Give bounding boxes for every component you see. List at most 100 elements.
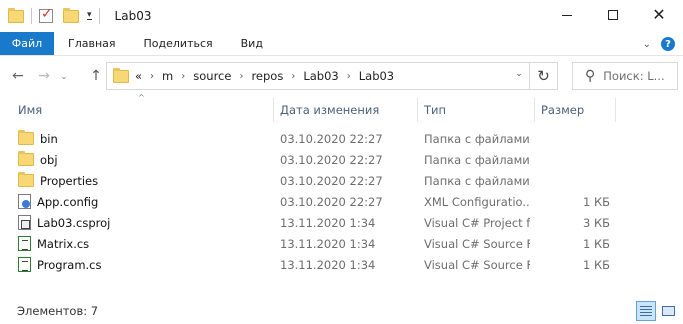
new-folder-icon[interactable] xyxy=(63,7,79,23)
file-name: App.config xyxy=(37,194,99,209)
file-name-cell: Program.cs xyxy=(18,254,102,275)
file-size: 1 КБ xyxy=(582,257,610,272)
column-header-size[interactable]: Размер xyxy=(541,98,584,122)
sort-ascending-icon: ^ xyxy=(138,93,145,102)
cs-file-icon xyxy=(18,236,31,251)
file-name-cell: Matrix.cs xyxy=(18,233,89,254)
csproj-file-icon xyxy=(18,215,31,230)
minimize-button[interactable] xyxy=(544,0,590,30)
close-icon: ✕ xyxy=(652,5,666,24)
details-view-icon xyxy=(640,306,652,316)
folder-icon xyxy=(18,151,34,166)
tab-share[interactable]: Поделиться xyxy=(130,32,227,55)
list-item[interactable]: obj 03.10.2020 22:27 Папка с файлами xyxy=(0,149,683,170)
file-name: obj xyxy=(40,152,58,167)
list-item[interactable]: bin 03.10.2020 22:27 Папка с файлами xyxy=(0,128,683,149)
tab-home[interactable]: Главная xyxy=(54,32,130,55)
folder-icon xyxy=(18,172,34,187)
file-size: 3 КБ xyxy=(582,215,610,230)
file-date: 03.10.2020 22:27 xyxy=(280,173,383,188)
config-file-icon xyxy=(18,194,31,209)
recent-locations-chevron-icon[interactable]: ⌄ xyxy=(58,66,70,86)
file-size: 1 КБ xyxy=(582,236,610,251)
list-item[interactable]: Matrix.cs 13.11.2020 1:34 Visual C# Sour… xyxy=(0,233,683,254)
status-item-count: Элементов: 7 xyxy=(17,304,99,318)
column-header-type[interactable]: Тип xyxy=(424,98,446,122)
expand-ribbon-icon[interactable]: ⌄ xyxy=(643,39,651,50)
search-input[interactable]: ⚲ Поиск: L... xyxy=(572,62,678,90)
breadcrumb-item[interactable]: m xyxy=(162,69,173,83)
tab-view[interactable]: Вид xyxy=(227,32,277,55)
breadcrumb-separator[interactable]: › xyxy=(291,71,295,82)
up-arrow-icon[interactable]: ↑ xyxy=(86,66,106,86)
folder-icon[interactable] xyxy=(8,7,24,23)
properties-icon[interactable] xyxy=(39,6,53,23)
column-divider[interactable] xyxy=(534,98,535,122)
folder-icon xyxy=(113,67,129,83)
ribbon-right-controls: ⌄ ? xyxy=(643,32,675,56)
file-name: Properties xyxy=(40,173,99,188)
file-type: Visual C# Project f... xyxy=(424,215,530,230)
list-item[interactable]: Program.cs 13.11.2020 1:34 Visual C# Sou… xyxy=(0,254,683,275)
breadcrumb-separator[interactable]: › xyxy=(347,71,351,82)
address-bar[interactable]: « › m › source › repos › Lab03 › Lab03 ⌄ xyxy=(106,62,530,90)
file-name-cell: Lab03.csproj xyxy=(18,212,110,233)
file-name-cell: bin xyxy=(18,128,58,149)
title-bar: ▾ Lab03 ✕ xyxy=(0,0,683,32)
navigation-bar: ← → ⌄ ↑ « › m › source › repos › Lab03 ›… xyxy=(0,56,683,96)
file-list: bin 03.10.2020 22:27 Папка с файлами obj… xyxy=(0,128,683,275)
file-date: 03.10.2020 22:27 xyxy=(280,131,383,146)
file-type: Папка с файлами xyxy=(424,131,530,146)
breadcrumb-item[interactable]: repos xyxy=(251,69,283,83)
file-type: Visual C# Source F... xyxy=(424,236,530,251)
file-name: Program.cs xyxy=(37,257,102,272)
breadcrumb-separator[interactable]: › xyxy=(181,71,185,82)
search-placeholder: Поиск: L... xyxy=(603,69,665,83)
tab-file[interactable]: Файл xyxy=(0,32,54,55)
file-date: 13.11.2020 1:34 xyxy=(280,215,376,230)
help-icon[interactable]: ? xyxy=(661,37,675,51)
list-item[interactable]: Lab03.csproj 13.11.2020 1:34 Visual C# P… xyxy=(0,212,683,233)
file-size: 1 КБ xyxy=(582,194,610,209)
column-divider[interactable] xyxy=(615,98,616,122)
details-view-button[interactable] xyxy=(636,301,656,321)
window-title: Lab03 xyxy=(114,9,152,23)
breadcrumb-overflow[interactable]: « xyxy=(135,69,142,83)
file-name: Lab03.csproj xyxy=(37,215,111,230)
file-name-cell: obj xyxy=(18,149,58,170)
close-button[interactable]: ✕ xyxy=(636,0,682,30)
file-type: Папка с файлами xyxy=(424,173,530,188)
file-date: 03.10.2020 22:27 xyxy=(280,194,383,209)
breadcrumb-separator[interactable]: › xyxy=(239,71,243,82)
search-icon: ⚲ xyxy=(585,68,596,84)
breadcrumb-item[interactable]: Lab03 xyxy=(303,69,338,83)
file-size xyxy=(541,149,610,170)
minimize-icon xyxy=(562,14,572,16)
file-name: Matrix.cs xyxy=(37,236,90,251)
large-icons-view-button[interactable] xyxy=(658,301,678,321)
file-date: 03.10.2020 22:27 xyxy=(280,152,383,167)
maximize-button[interactable] xyxy=(590,0,636,30)
address-dropdown-icon[interactable]: ⌄ xyxy=(511,69,527,79)
column-header-date[interactable]: Дата изменения xyxy=(280,98,379,122)
toolbar-divider xyxy=(31,8,32,24)
refresh-button[interactable]: ↻ xyxy=(530,62,558,90)
column-divider[interactable] xyxy=(417,98,418,122)
breadcrumb-item[interactable]: source xyxy=(193,69,231,83)
column-header-name[interactable]: Имя xyxy=(18,98,42,122)
breadcrumb-item[interactable]: Lab03 xyxy=(359,69,394,83)
file-date: 13.11.2020 1:34 xyxy=(280,257,376,272)
maximize-icon xyxy=(608,10,618,20)
file-type: Visual C# Source F... xyxy=(424,257,530,272)
back-arrow-icon[interactable]: ← xyxy=(8,66,28,86)
column-divider[interactable] xyxy=(273,98,274,122)
refresh-icon: ↻ xyxy=(537,67,550,85)
list-item[interactable]: Properties 03.10.2020 22:27 Папка с файл… xyxy=(0,170,683,191)
forward-arrow-icon[interactable]: → xyxy=(34,66,54,86)
breadcrumb-separator[interactable]: › xyxy=(150,71,154,82)
list-item[interactable]: App.config 03.10.2020 22:27 XML Configur… xyxy=(0,191,683,212)
ribbon-tabs: Файл Главная Поделиться Вид ⌄ ? xyxy=(0,32,683,56)
quick-access-toolbar: ▾ Lab03 xyxy=(0,0,151,32)
customize-toolbar-icon[interactable]: ▾ xyxy=(87,11,92,20)
large-icons-view-icon xyxy=(661,306,675,316)
